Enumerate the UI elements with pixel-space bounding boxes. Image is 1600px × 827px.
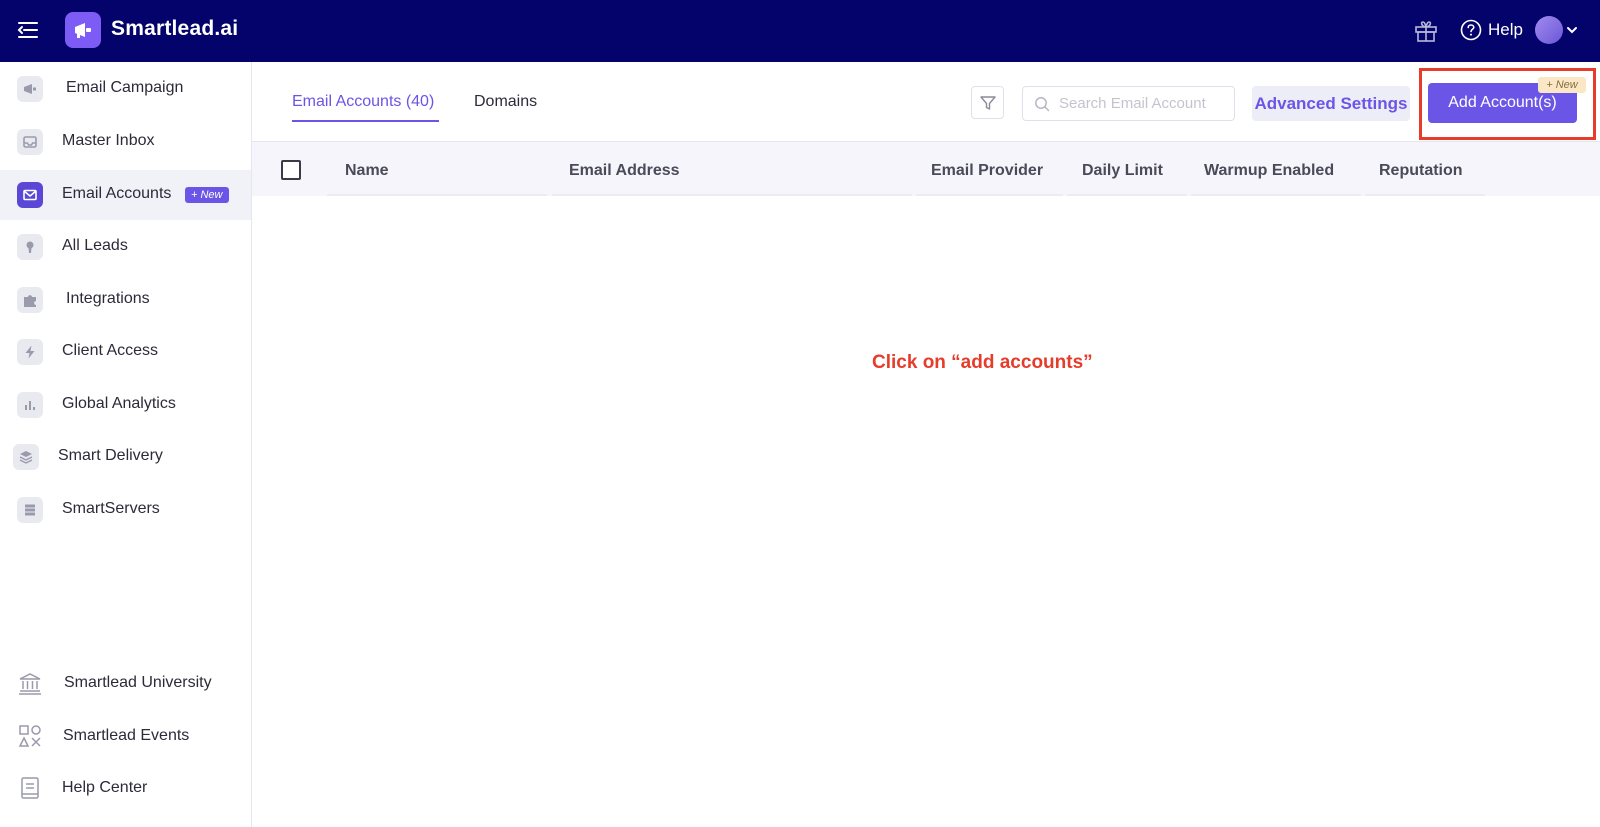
bar-chart-icon bbox=[17, 392, 43, 418]
sidebar-item-all-leads[interactable]: All Leads bbox=[0, 222, 251, 272]
sidebar-item-label: Master Inbox bbox=[62, 132, 155, 149]
sidebar-item-smartlead-events[interactable]: Smartlead Events bbox=[0, 712, 251, 762]
megaphone-icon bbox=[17, 76, 43, 102]
sidebar-item-label: Smart Delivery bbox=[58, 447, 163, 464]
sidebar-item-label: Global Analytics bbox=[62, 395, 176, 412]
server-icon bbox=[17, 497, 43, 523]
search-icon bbox=[1035, 97, 1050, 112]
tab-domains[interactable]: Domains bbox=[474, 93, 537, 111]
leads-icon bbox=[17, 234, 43, 260]
sidebar-item-help-center[interactable]: Help Center bbox=[0, 764, 251, 814]
new-badge: + New bbox=[185, 187, 229, 203]
sidebar-item-label: Smartlead Events bbox=[63, 727, 190, 744]
advanced-settings-button[interactable]: Advanced Settings bbox=[1252, 86, 1410, 121]
filter-icon bbox=[979, 95, 996, 110]
column-separator bbox=[1365, 194, 1485, 196]
column-separator bbox=[916, 194, 1063, 196]
column-header-email-provider[interactable]: Email Provider bbox=[931, 162, 1043, 180]
sidebar-item-smart-delivery[interactable]: Smart Delivery bbox=[0, 432, 251, 482]
menu-toggle-icon[interactable] bbox=[16, 18, 40, 42]
sidebar-item-label: Help Center bbox=[62, 779, 148, 796]
sidebar-item-master-inbox[interactable]: Master Inbox bbox=[0, 117, 251, 167]
sidebar-item-label: Integrations bbox=[66, 290, 150, 307]
sidebar-item-email-accounts[interactable]: Email Accounts + New bbox=[0, 170, 251, 220]
active-tab-indicator bbox=[292, 120, 439, 122]
app-name: Smartlead.ai bbox=[111, 17, 239, 40]
column-separator bbox=[1067, 194, 1187, 196]
inbox-icon bbox=[17, 129, 43, 155]
column-separator bbox=[327, 194, 547, 196]
sidebar-item-label: Email Campaign bbox=[66, 79, 184, 96]
sidebar-item-label: SmartServers bbox=[62, 500, 160, 517]
sidebar: Email Campaign Master Inbox Email Accoun… bbox=[0, 62, 252, 827]
avatar[interactable] bbox=[1535, 16, 1563, 44]
column-header-warmup-enabled[interactable]: Warmup Enabled bbox=[1204, 162, 1334, 180]
select-all-checkbox[interactable] bbox=[281, 160, 301, 180]
sidebar-item-client-access[interactable]: Client Access bbox=[0, 327, 251, 377]
column-header-daily-limit[interactable]: Daily Limit bbox=[1082, 162, 1163, 180]
help-link[interactable]: Help bbox=[1488, 20, 1523, 40]
book-icon bbox=[21, 777, 39, 799]
gift-icon[interactable] bbox=[1413, 18, 1439, 44]
chevron-down-icon[interactable] bbox=[1566, 24, 1578, 36]
annotation-highlight-box bbox=[1419, 68, 1596, 140]
sidebar-item-integrations[interactable]: Integrations bbox=[0, 275, 251, 325]
sidebar-item-label: Smartlead University bbox=[64, 674, 212, 691]
sidebar-item-smartservers[interactable]: SmartServers bbox=[0, 485, 251, 535]
sidebar-item-label: Email Accounts bbox=[62, 185, 172, 202]
university-icon bbox=[19, 673, 41, 695]
sidebar-item-smartlead-university[interactable]: Smartlead University bbox=[0, 659, 251, 709]
bolt-icon bbox=[17, 339, 43, 365]
sidebar-item-label: Client Access bbox=[62, 342, 159, 359]
column-header-email-address[interactable]: Email Address bbox=[569, 162, 680, 180]
sidebar-item-global-analytics[interactable]: Global Analytics bbox=[0, 380, 251, 430]
sidebar-item-email-campaign[interactable]: Email Campaign bbox=[0, 64, 251, 114]
search-input[interactable] bbox=[1059, 87, 1231, 120]
sidebar-item-label: All Leads bbox=[62, 237, 128, 254]
puzzle-icon bbox=[17, 287, 43, 313]
annotation-text: Click on “add accounts” bbox=[872, 352, 1093, 373]
column-header-reputation[interactable]: Reputation bbox=[1379, 162, 1463, 180]
column-separator bbox=[1191, 194, 1361, 196]
logo-icon[interactable] bbox=[65, 12, 101, 48]
search-box bbox=[1022, 86, 1235, 121]
column-header-name[interactable]: Name bbox=[345, 162, 389, 180]
filter-button[interactable] bbox=[971, 86, 1004, 119]
tab-email-accounts[interactable]: Email Accounts (40) bbox=[292, 93, 434, 111]
help-icon[interactable] bbox=[1460, 19, 1482, 41]
top-bar: Smartlead.ai Help bbox=[0, 0, 1600, 62]
layers-icon bbox=[13, 444, 39, 470]
envelope-icon bbox=[17, 182, 43, 208]
column-separator bbox=[552, 194, 912, 196]
shapes-icon bbox=[18, 725, 41, 747]
